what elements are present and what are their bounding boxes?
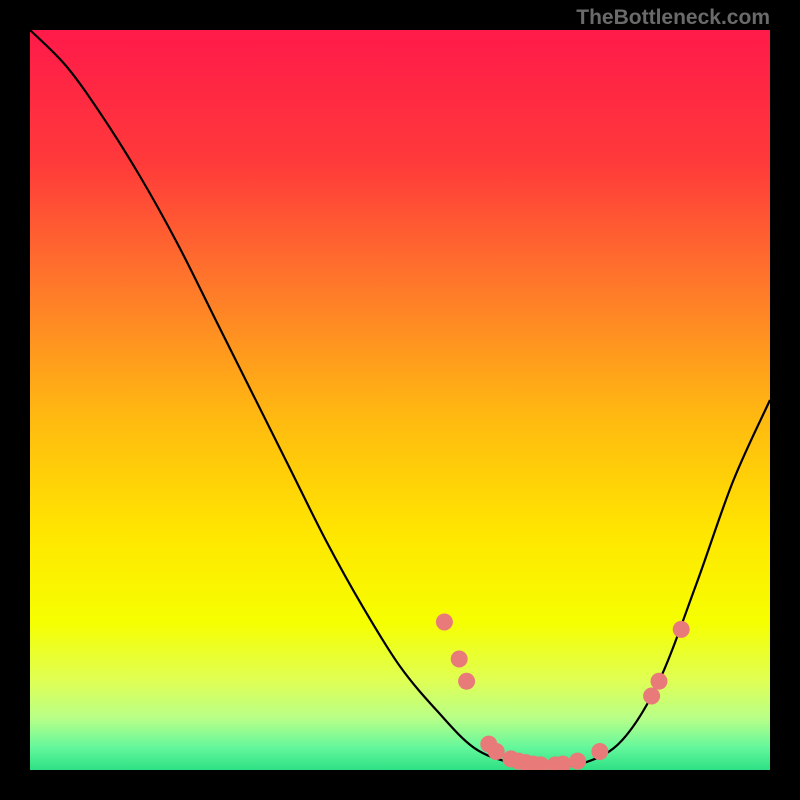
data-marker [488,743,505,760]
data-marker [591,743,608,760]
data-marker [451,651,468,668]
plot-area [30,30,770,770]
watermark-text: TheBottleneck.com [576,6,770,30]
data-marker [651,673,668,690]
curve-layer [30,30,770,770]
bottleneck-curve [30,30,770,766]
data-marker [569,753,586,770]
chart-container: TheBottleneck.com [0,0,800,800]
data-marker [643,688,660,705]
data-marker [673,621,690,638]
data-marker [458,673,475,690]
data-marker [436,614,453,631]
